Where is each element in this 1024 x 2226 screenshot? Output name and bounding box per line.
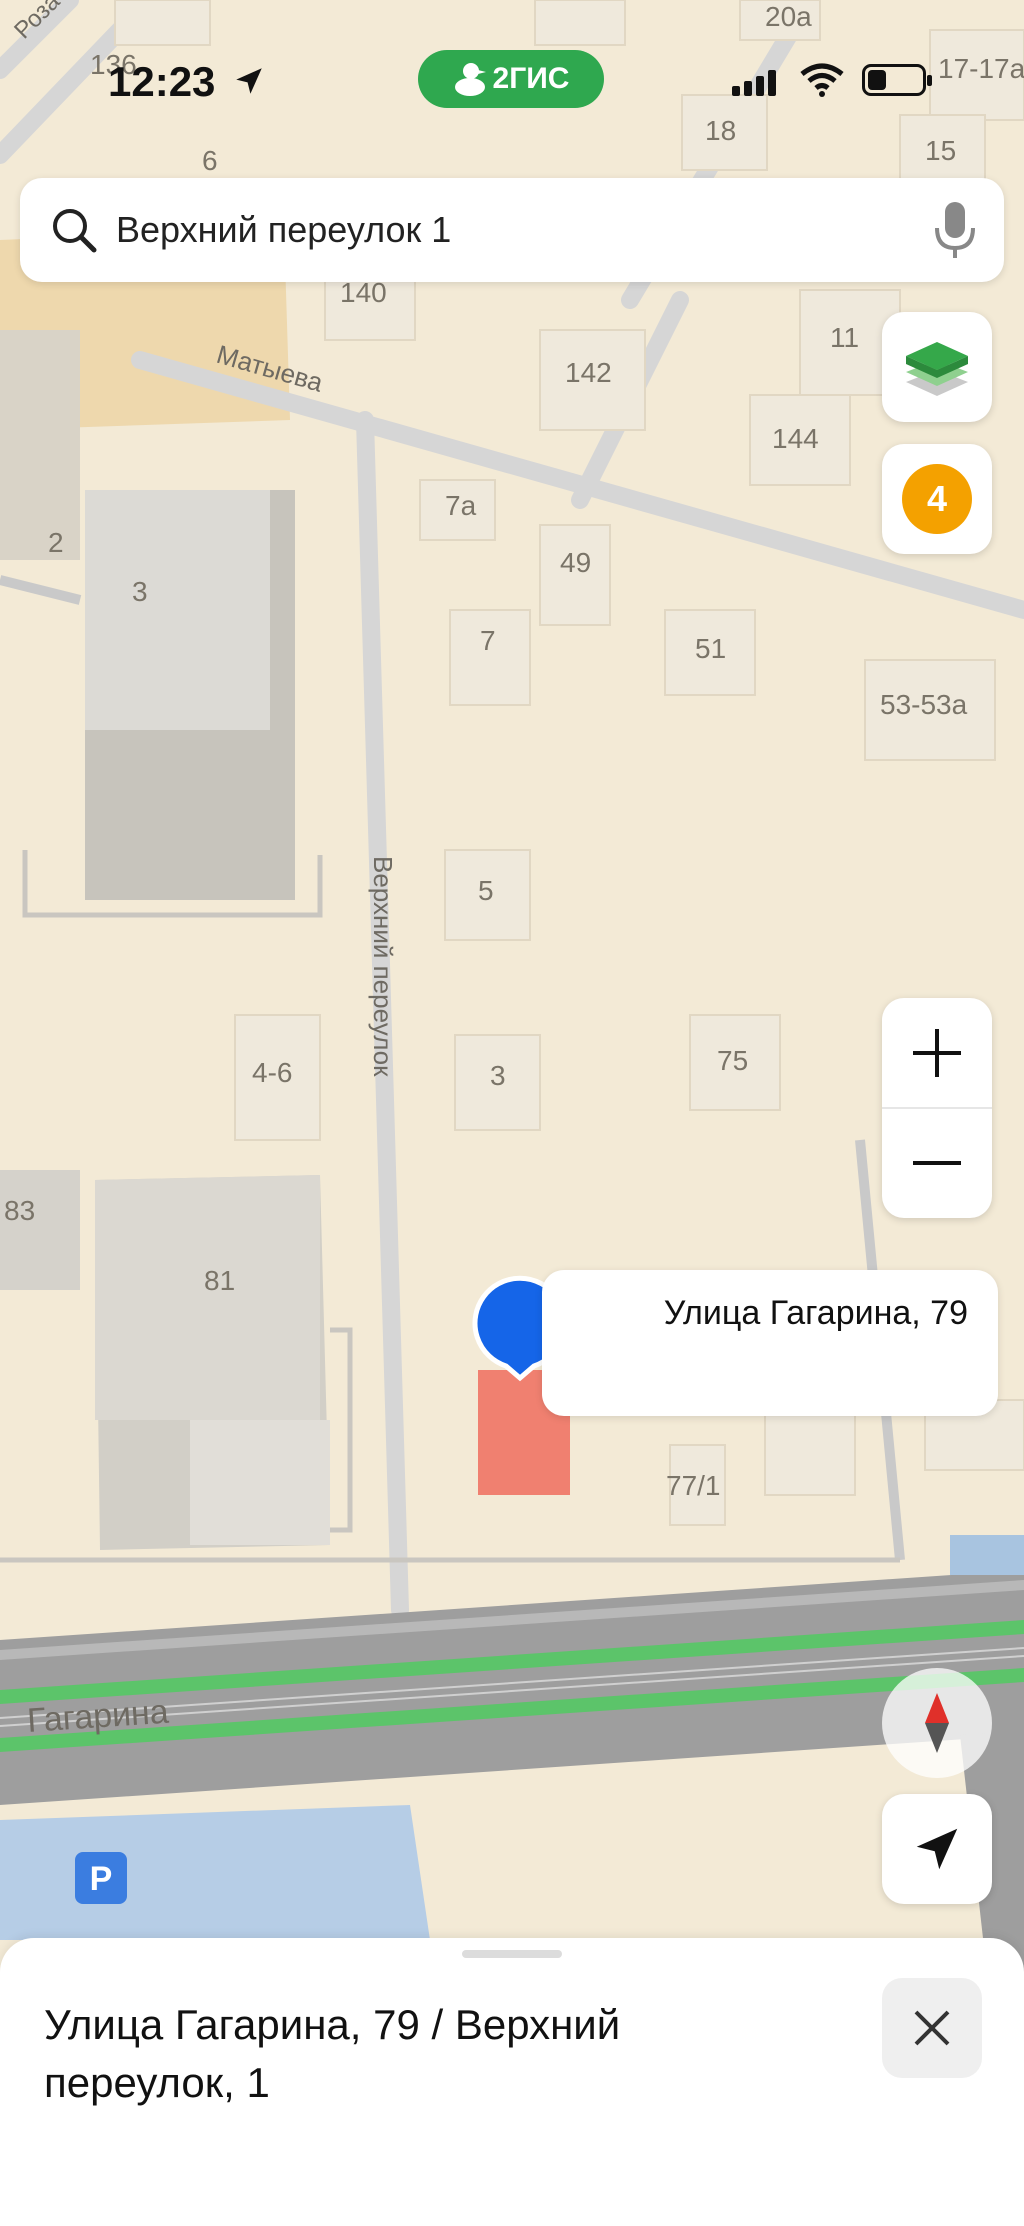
notification-count-badge: 4 — [902, 464, 972, 534]
building-label: 49 — [560, 547, 591, 578]
search-icon — [53, 209, 97, 253]
building-label: 7а — [445, 490, 477, 521]
location-arrow-icon — [236, 68, 262, 94]
zoom-control — [882, 998, 992, 1218]
bottom-sheet[interactable]: Улица Гагарина, 79 / Верхний переулок, 1 — [0, 1938, 1024, 2226]
notifications-button[interactable]: 4 — [882, 444, 992, 554]
building-label: 5 — [478, 875, 494, 906]
microphone-icon[interactable] — [932, 198, 978, 262]
building-label: 3 — [490, 1060, 506, 1091]
brand-name: 2ГИС — [492, 62, 570, 95]
building-label: 15 — [925, 135, 956, 166]
building-label: 83 — [4, 1195, 35, 1226]
pin-callout[interactable]: Улица Гагарина, 79 — [542, 1270, 998, 1416]
building-label: 75 — [717, 1045, 748, 1076]
building-label: 11 — [830, 322, 859, 353]
building-label: 20а — [765, 1, 812, 32]
building-label: 7 — [480, 625, 496, 656]
compass-icon — [925, 1693, 949, 1753]
sheet-grabber[interactable] — [462, 1950, 562, 1958]
building-label: 51 — [695, 633, 726, 664]
battery-level — [868, 70, 886, 90]
building-label: 53-53а — [880, 689, 968, 720]
status-time: 12:23 — [108, 58, 216, 105]
zoom-in-button[interactable] — [882, 998, 992, 1108]
close-icon — [914, 2010, 950, 2046]
building-label: 17-17а — [938, 53, 1024, 84]
search-input[interactable]: Верхний переулок 1 — [116, 209, 932, 251]
my-location-button[interactable] — [882, 1794, 992, 1904]
building-label: 142 — [565, 357, 612, 388]
pin-callout-text: Улица Гагарина, 79 — [663, 1294, 968, 1332]
battery-icon — [862, 64, 932, 96]
building-label: 3 — [132, 576, 148, 607]
parking-label: P — [90, 1860, 113, 1898]
compass-button[interactable] — [882, 1668, 992, 1778]
building-label: 77/1 — [666, 1470, 721, 1501]
plus-icon — [913, 1029, 961, 1077]
street-label: Верхний переулок — [368, 856, 398, 1077]
cellular-signal-icon — [732, 70, 776, 96]
building-label: 144 — [772, 423, 819, 454]
wifi-icon — [800, 63, 844, 97]
building-label: 2 — [48, 527, 64, 558]
building-label: 81 — [204, 1265, 235, 1296]
building-label: 6 — [202, 145, 218, 176]
brand-badge[interactable]: 2ГИС — [418, 50, 604, 108]
duck-logo-icon — [454, 63, 486, 96]
search-bar[interactable]: Верхний переулок 1 — [20, 178, 1004, 282]
building-label: 18 — [705, 115, 736, 146]
map[interactable]: P 136 20а 17-17а 6 18 15 140 142 11 144 … — [0, 0, 1024, 2226]
minus-icon — [913, 1161, 961, 1165]
place-title: Улица Гагарина, 79 / Верхний переулок, 1 — [44, 2001, 621, 2106]
navigation-arrow-icon — [916, 1828, 958, 1870]
close-button[interactable] — [882, 1978, 982, 2078]
layers-icon — [906, 342, 968, 396]
layers-button[interactable] — [882, 312, 992, 422]
zoom-out-button[interactable] — [882, 1108, 992, 1218]
building-label: 4-6 — [252, 1057, 292, 1088]
